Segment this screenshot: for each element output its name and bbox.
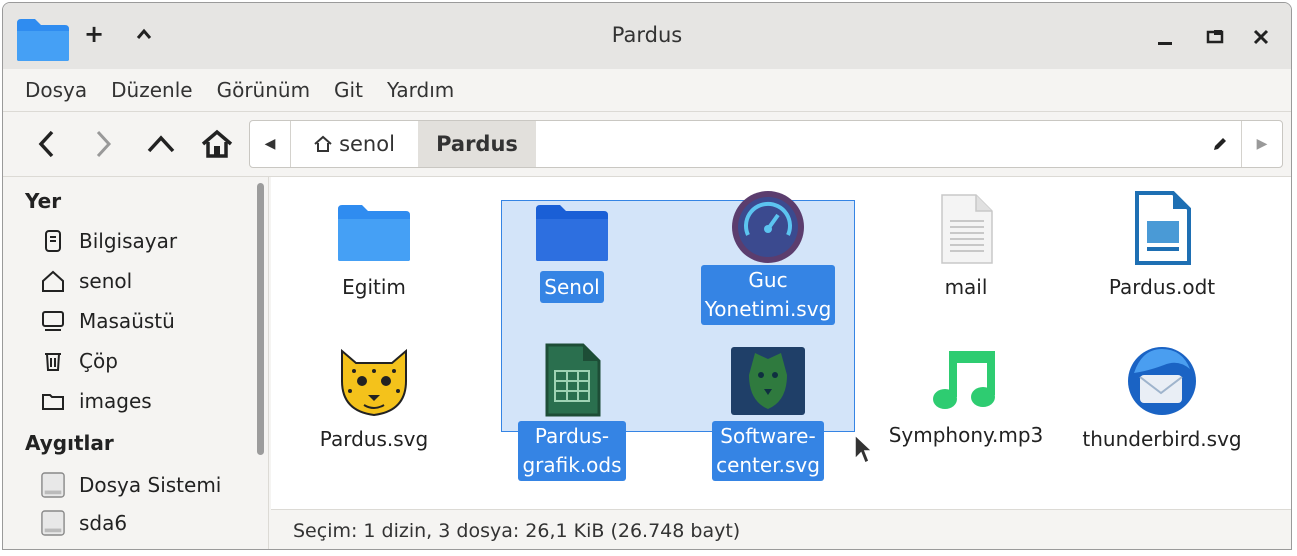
drive-icon: [41, 510, 65, 536]
minimize-button[interactable]: [1147, 19, 1183, 55]
menu-gorunum[interactable]: Görünüm: [205, 78, 322, 102]
sidebar-item-label: Dosya Sistemi: [79, 473, 222, 497]
folder-icon: [536, 205, 608, 261]
file-item-mail[interactable]: mail: [881, 193, 1051, 303]
menu-bar: Dosya Düzenle Görünüm Git Yardım: [3, 69, 1291, 112]
cheetah-icon: [341, 348, 407, 417]
maximize-button[interactable]: [1197, 19, 1233, 55]
desktop-icon: [41, 308, 65, 334]
edit-location-button[interactable]: [1200, 121, 1240, 167]
file-item-symphony[interactable]: Symphony.mp3: [881, 347, 1051, 451]
file-name-label: Pardus.odt: [1108, 275, 1216, 299]
sidebar-item-label: Masaüstü: [79, 309, 175, 333]
sidebar-item-sda6[interactable]: sda6: [41, 505, 127, 541]
sidebar-item-bilgisayar[interactable]: Bilgisayar: [41, 223, 177, 259]
trash-icon: [41, 348, 65, 374]
home-icon: [41, 268, 65, 294]
sidebar: Yer Bilgisayar senol Masaüstü Çöp images…: [3, 177, 269, 549]
pencil-icon: [1214, 138, 1226, 150]
file-name-label: thunderbird.svg: [1082, 427, 1242, 451]
file-name-label: Egitim: [342, 275, 406, 299]
file-name-label: Software-center.svg: [712, 421, 824, 481]
file-name-label: mail: [944, 275, 988, 299]
file-item-thunderbird[interactable]: thunderbird.svg: [1077, 343, 1247, 455]
menu-duzenle[interactable]: Düzenle: [99, 78, 204, 102]
power-manager-icon: [732, 191, 804, 263]
sidebar-item-label: Bilgisayar: [79, 229, 178, 253]
computer-icon: [41, 228, 65, 254]
forward-button[interactable]: [81, 122, 125, 166]
sidebar-item-senol[interactable]: senol: [41, 263, 132, 299]
file-name-label: Symphony.mp3: [888, 423, 1044, 447]
breadcrumb-home[interactable]: senol: [290, 121, 419, 167]
path-bar: ◀ senol Pardus ▶: [249, 120, 1283, 168]
title-bar: + Pardus: [3, 3, 1291, 69]
drive-icon: [41, 472, 65, 498]
menu-dosya[interactable]: Dosya: [3, 78, 99, 102]
text-document-icon: [941, 194, 993, 264]
path-scroll-right-icon[interactable]: ▶: [1241, 121, 1282, 167]
sidebar-item-images[interactable]: images: [41, 383, 152, 419]
close-button[interactable]: [1243, 19, 1279, 55]
sidebar-devices-header: Aygıtlar: [25, 431, 114, 455]
file-item-pardus-grafik[interactable]: Pardus-grafik.ods: [487, 343, 657, 481]
file-manager-window: + Pardus Dosya Düzenle Görünüm Git Yardı…: [2, 2, 1292, 550]
spreadsheet-icon: [545, 343, 601, 417]
folder-icon: [338, 205, 410, 261]
status-bar: Seçim: 1 dizin, 3 dosya: 26,1 KiB (26.74…: [271, 509, 1291, 549]
breadcrumb-current[interactable]: Pardus: [418, 121, 536, 167]
sidebar-item-masaustu[interactable]: Masaüstü: [41, 303, 175, 339]
sidebar-scrollbar[interactable]: [257, 183, 264, 455]
mouse-pointer-icon: [854, 433, 873, 465]
file-item-guc-yonetimi[interactable]: Guc Yonetimi.svg: [683, 189, 853, 325]
path-scroll-left-icon[interactable]: ◀: [250, 121, 291, 167]
sidebar-item-dosya-sistemi[interactable]: Dosya Sistemi: [41, 467, 221, 503]
file-item-senol[interactable]: Senol: [487, 201, 657, 303]
file-item-egitim[interactable]: Egitim: [289, 201, 459, 303]
software-center-icon: [731, 347, 805, 415]
file-name-label: Pardus-grafik.ods: [518, 421, 626, 481]
home-icon: [314, 135, 332, 152]
file-name-label: Guc Yonetimi.svg: [700, 265, 836, 325]
home-button[interactable]: [195, 122, 239, 166]
file-item-pardus-odt[interactable]: Pardus.odt: [1077, 191, 1247, 303]
thunderbird-icon: [1128, 347, 1196, 415]
sidebar-item-label: Çöp: [79, 349, 118, 373]
selection-status-text: Seçim: 1 dizin, 3 dosya: 26,1 KiB (26.74…: [293, 519, 741, 542]
window-title: Pardus: [611, 23, 683, 47]
sidebar-item-cop[interactable]: Çöp: [41, 343, 118, 379]
file-name-label: Pardus.svg: [319, 427, 429, 451]
sidebar-item-label: senol: [79, 269, 133, 293]
menu-yardim[interactable]: Yardım: [375, 78, 466, 102]
sidebar-item-label: images: [79, 389, 152, 413]
writer-document-icon: [1135, 191, 1191, 265]
file-item-pardus-svg[interactable]: Pardus.svg: [289, 345, 459, 455]
music-icon: [933, 351, 995, 409]
breadcrumb-home-label: senol: [339, 132, 395, 156]
toolbar: ◀ senol Pardus ▶: [3, 112, 1291, 177]
parent-folder-button[interactable]: [139, 122, 183, 166]
menu-git[interactable]: Git: [322, 78, 375, 102]
file-name-label: Senol: [540, 271, 604, 303]
folder-icon: [41, 388, 65, 414]
sidebar-places-header: Yer: [25, 189, 62, 213]
file-icon-view[interactable]: Egitim Senol Guc Yonetimi.svg mail Pardu…: [271, 177, 1291, 509]
sidebar-item-label: sda6: [79, 511, 128, 535]
file-item-software-center[interactable]: Software-center.svg: [683, 345, 853, 481]
back-button[interactable]: [25, 122, 69, 166]
